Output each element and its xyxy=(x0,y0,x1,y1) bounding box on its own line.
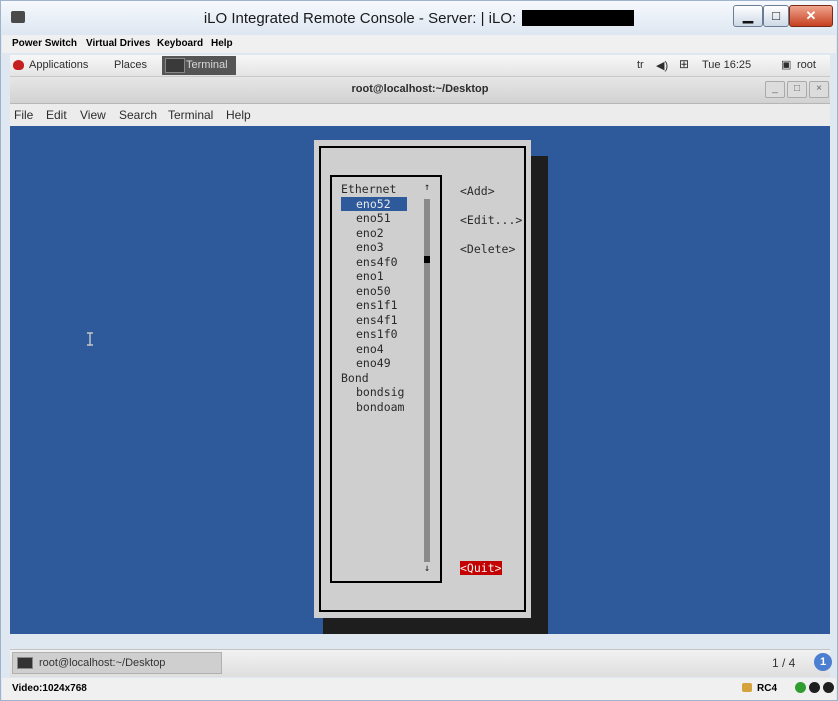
terminal-menu-terminal[interactable]: Terminal xyxy=(168,108,213,122)
edit-button[interactable]: <Edit...> xyxy=(460,213,522,227)
list-item[interactable]: eno50 xyxy=(356,284,391,298)
ilo-window-title: iLO Integrated Remote Console - Server: … xyxy=(1,10,837,27)
ilo-title-bar: iLO Integrated Remote Console - Server: … xyxy=(1,1,837,35)
ilo-console-window: iLO Integrated Remote Console - Server: … xyxy=(0,0,838,701)
list-item[interactable]: eno49 xyxy=(356,356,391,370)
taskbar-terminal-label: root@localhost:~/Desktop xyxy=(39,657,166,669)
status-led-icon xyxy=(809,682,820,693)
close-icon: ✕ xyxy=(805,8,817,23)
terminal-menu-view[interactable]: View xyxy=(80,108,106,122)
terminal-content[interactable]: Ethernet eno52 eno51 eno2 eno3 ens4f0 en… xyxy=(10,126,830,634)
terminal-icon xyxy=(165,58,185,73)
delete-button[interactable]: <Delete> xyxy=(460,242,515,256)
list-item[interactable]: bondsig xyxy=(356,385,404,399)
menu-help[interactable]: Help xyxy=(211,38,233,49)
redacted-server-name xyxy=(522,10,635,26)
menu-virtual-drives[interactable]: Virtual Drives xyxy=(86,38,150,49)
places-menu[interactable]: Places xyxy=(114,59,147,71)
list-item[interactable]: eno4 xyxy=(356,342,384,356)
status-led-icon xyxy=(823,682,834,693)
terminal-menu-search[interactable]: Search xyxy=(119,108,157,122)
minimize-button[interactable]: ▁ xyxy=(733,5,763,27)
applications-icon xyxy=(13,60,24,70)
close-button[interactable]: ✕ xyxy=(789,5,833,27)
ilo-status-bar: Video:1024x768 RC4 xyxy=(2,678,836,700)
terminal-task-icon xyxy=(17,657,33,669)
connection-list[interactable]: Ethernet eno52 eno51 eno2 eno3 ens4f0 en… xyxy=(330,175,442,583)
quit-button[interactable]: <Quit> xyxy=(460,561,502,575)
gnome-top-panel: Applications Places Terminal tr ◀) ⊞ Tue… xyxy=(10,55,830,77)
menu-keyboard[interactable]: Keyboard xyxy=(157,38,203,49)
keyboard-layout-indicator[interactable]: tr xyxy=(637,59,644,71)
list-item[interactable]: eno2 xyxy=(356,226,384,240)
list-item[interactable]: eno3 xyxy=(356,240,384,254)
user-icon: ▣ xyxy=(781,59,792,71)
scroll-down-arrow-icon[interactable]: ↓ xyxy=(424,563,430,574)
nmtui-dialog: Ethernet eno52 eno51 eno2 eno3 ens4f0 en… xyxy=(314,140,531,618)
scroll-up-arrow-icon[interactable]: ↑ xyxy=(424,182,430,193)
lock-icon xyxy=(742,683,752,692)
ilo-menu-bar: Power Switch Virtual Drives Keyboard Hel… xyxy=(2,35,836,53)
list-item[interactable]: eno51 xyxy=(356,211,391,225)
terminal-menu-help[interactable]: Help xyxy=(226,108,251,122)
user-menu[interactable]: root xyxy=(797,59,816,71)
video-resolution: Video:1024x768 xyxy=(12,683,87,694)
taskbar-terminal-button[interactable]: root@localhost:~/Desktop xyxy=(12,652,222,674)
list-item[interactable]: ens4f0 xyxy=(356,255,398,269)
terminal-maximize-button[interactable]: □ xyxy=(787,81,807,98)
menu-power-switch[interactable]: Power Switch xyxy=(12,38,77,49)
notification-badge[interactable]: 1 xyxy=(814,653,832,671)
applications-menu[interactable]: Applications xyxy=(29,59,88,71)
list-item[interactable]: ens1f1 xyxy=(356,298,398,312)
list-item[interactable]: ens4f1 xyxy=(356,313,398,327)
status-led-icon xyxy=(795,682,806,693)
ilo-title-text: iLO Integrated Remote Console - Server: … xyxy=(203,10,517,27)
terminal-launcher-label: Terminal xyxy=(186,59,228,71)
terminal-launcher[interactable]: Terminal xyxy=(162,56,236,75)
volume-icon[interactable]: ◀) xyxy=(656,59,668,72)
list-item[interactable]: eno1 xyxy=(356,269,384,283)
workspace-indicator[interactable]: 1 / 4 xyxy=(772,656,795,670)
scrollbar-thumb[interactable] xyxy=(424,256,430,263)
ibeam-cursor-icon xyxy=(87,332,93,346)
terminal-menu-edit[interactable]: Edit xyxy=(46,108,67,122)
terminal-minimize-button[interactable]: _ xyxy=(765,81,785,98)
clock[interactable]: Tue 16:25 xyxy=(702,59,751,71)
list-item[interactable]: Ethernet xyxy=(341,182,396,196)
window-list-taskbar: root@localhost:~/Desktop 1 / 4 1 xyxy=(10,649,832,677)
minimize-icon: ▁ xyxy=(743,8,753,23)
terminal-title-bar: root@localhost:~/Desktop _ □ × xyxy=(10,77,830,104)
terminal-close-button[interactable]: × xyxy=(809,81,829,98)
terminal-menu-bar: File Edit View Search Terminal Help xyxy=(10,104,830,126)
terminal-window-title: root@localhost:~/Desktop xyxy=(351,83,489,95)
list-item[interactable]: ens1f0 xyxy=(356,327,398,341)
encryption-label: RC4 xyxy=(757,683,778,694)
terminal-menu-file[interactable]: File xyxy=(14,108,33,122)
network-icon[interactable]: ⊞ xyxy=(679,57,689,71)
list-item[interactable]: Bond xyxy=(341,371,369,385)
list-item-selected[interactable]: eno52 xyxy=(341,197,407,211)
list-item[interactable]: bondoam xyxy=(356,400,404,414)
maximize-icon: □ xyxy=(772,8,780,23)
add-button[interactable]: <Add> xyxy=(460,184,495,198)
maximize-button[interactable]: □ xyxy=(763,5,789,27)
scrollbar-track[interactable] xyxy=(424,199,430,562)
